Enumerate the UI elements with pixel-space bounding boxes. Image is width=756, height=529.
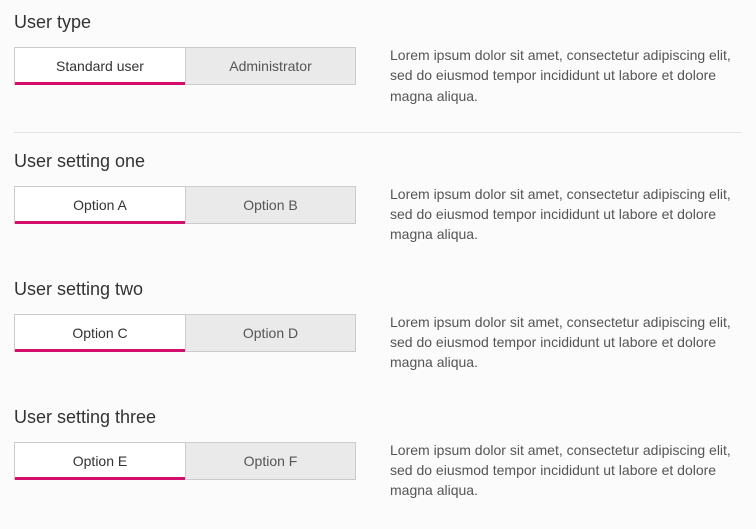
heading-setting-one: User setting one bbox=[14, 151, 742, 172]
section-user-settings: User setting one Option A Option B Lorem… bbox=[14, 151, 742, 501]
toggle-user-type: Standard user Administrator bbox=[14, 47, 356, 85]
section-user-type: User type Standard user Administrator Lo… bbox=[14, 12, 742, 106]
heading-user-type: User type bbox=[14, 12, 742, 33]
row-setting-three: Option E Option F Lorem ipsum dolor sit … bbox=[14, 442, 742, 501]
toggle-setting-two-option-d[interactable]: Option D bbox=[185, 315, 355, 351]
heading-setting-three: User setting three bbox=[14, 407, 742, 428]
desc-setting-one: Lorem ipsum dolor sit amet, consectetur … bbox=[390, 184, 742, 245]
setting-three: User setting three Option E Option F Lor… bbox=[14, 407, 742, 501]
row-user-type: Standard user Administrator Lorem ipsum … bbox=[14, 47, 742, 106]
desc-setting-two: Lorem ipsum dolor sit amet, consectetur … bbox=[390, 312, 742, 373]
toggle-setting-one: Option A Option B bbox=[14, 186, 356, 224]
heading-setting-two: User setting two bbox=[14, 279, 742, 300]
setting-one: User setting one Option A Option B Lorem… bbox=[14, 151, 742, 245]
toggle-setting-one-option-a[interactable]: Option A bbox=[15, 187, 185, 223]
section-divider bbox=[14, 132, 742, 133]
setting-user-type: User type Standard user Administrator Lo… bbox=[14, 12, 742, 106]
toggle-setting-three-option-f[interactable]: Option F bbox=[185, 443, 355, 479]
setting-two: User setting two Option C Option D Lorem… bbox=[14, 279, 742, 373]
toggle-setting-three-option-e[interactable]: Option E bbox=[15, 443, 185, 479]
row-setting-two: Option C Option D Lorem ipsum dolor sit … bbox=[14, 314, 742, 373]
toggle-setting-three: Option E Option F bbox=[14, 442, 356, 480]
toggle-setting-two: Option C Option D bbox=[14, 314, 356, 352]
toggle-user-type-administrator[interactable]: Administrator bbox=[185, 48, 355, 84]
desc-user-type: Lorem ipsum dolor sit amet, consectetur … bbox=[390, 45, 742, 106]
row-setting-one: Option A Option B Lorem ipsum dolor sit … bbox=[14, 186, 742, 245]
desc-setting-three: Lorem ipsum dolor sit amet, consectetur … bbox=[390, 440, 742, 501]
toggle-user-type-standard[interactable]: Standard user bbox=[15, 48, 185, 84]
toggle-setting-one-option-b[interactable]: Option B bbox=[185, 187, 355, 223]
toggle-setting-two-option-c[interactable]: Option C bbox=[15, 315, 185, 351]
